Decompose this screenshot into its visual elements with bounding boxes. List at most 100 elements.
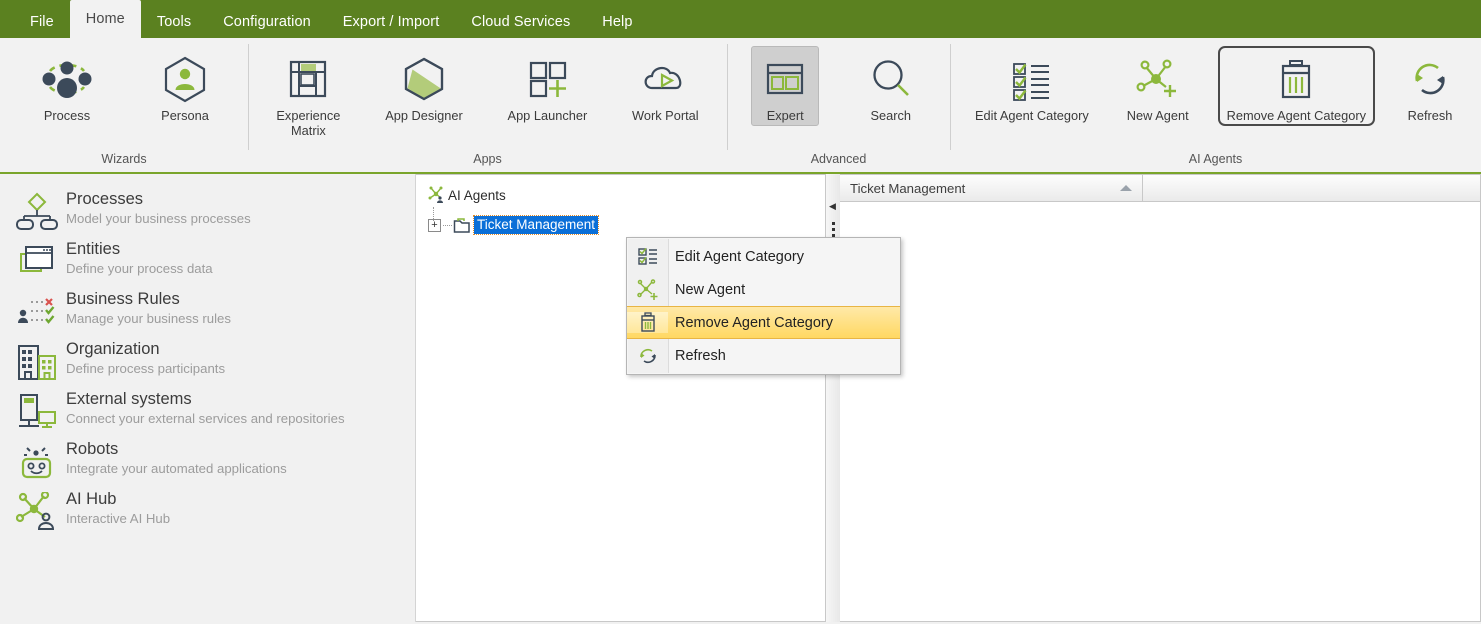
sidebar-item-title: AI Hub bbox=[66, 490, 117, 508]
ribbon-button-label: New Agent bbox=[1126, 108, 1189, 123]
sidebar-item-processes[interactable]: Processes Model your business processes bbox=[0, 186, 415, 236]
process-network-icon bbox=[36, 51, 98, 107]
ribbon-button-remove-agent-category[interactable]: Remove Agent Category bbox=[1217, 46, 1376, 126]
ribbon-button-new-agent[interactable]: New Agent bbox=[1118, 46, 1198, 126]
tab-export-import[interactable]: Export / Import bbox=[327, 6, 456, 38]
remove-agent-category-trash-icon bbox=[1270, 51, 1322, 107]
ribbon-button-label: Expert bbox=[766, 108, 804, 123]
ribbon-group-ai-agents: Edit Agent Category New Agent Remove Age… bbox=[950, 38, 1481, 172]
persona-hexagon-icon bbox=[158, 51, 212, 107]
new-agent-node-plus-icon bbox=[1130, 51, 1186, 107]
tab-home[interactable]: Home bbox=[69, 0, 141, 38]
new-agent-node-plus-icon bbox=[627, 278, 668, 301]
tree-node-ticket-management[interactable]: + Ticket Management bbox=[424, 213, 825, 237]
sidebar-item-external-systems[interactable]: External systems Connect your external s… bbox=[0, 386, 415, 436]
tab-configuration[interactable]: Configuration bbox=[207, 6, 327, 38]
folder-icon bbox=[452, 217, 474, 234]
splitter-collapse-up-icon[interactable]: ◀ bbox=[829, 202, 836, 211]
tab-cloud-services[interactable]: Cloud Services bbox=[455, 6, 586, 38]
ribbon-button-persona[interactable]: Persona bbox=[149, 46, 221, 126]
business-rules-icon bbox=[12, 289, 62, 332]
ribbon-group-apps: Experience Matrix App Designer App Launc… bbox=[248, 38, 727, 172]
ribbon-button-label: Persona bbox=[161, 108, 209, 123]
ribbon-button-label: Search bbox=[870, 108, 912, 123]
tree-expander-icon[interactable]: + bbox=[428, 218, 441, 232]
sidebar-item-title: Robots bbox=[66, 440, 119, 458]
sidebar-item-desc: Manage your business rules bbox=[66, 311, 231, 326]
context-menu-item-label: Remove Agent Category bbox=[675, 314, 833, 331]
tab-tools[interactable]: Tools bbox=[141, 6, 207, 38]
ribbon-button-label: Work Portal bbox=[632, 108, 699, 123]
column-header-ticket-management[interactable]: Ticket Management bbox=[840, 175, 1143, 201]
refresh-circular-arrow-icon bbox=[627, 346, 668, 366]
ribbon-button-label: Refresh bbox=[1407, 108, 1453, 123]
ribbon-group-title: Apps bbox=[473, 152, 502, 166]
ai-hub-icon bbox=[12, 489, 62, 532]
ribbon-button-app-designer[interactable]: App Designer bbox=[376, 46, 472, 126]
ribbon-button-label: Edit Agent Category bbox=[974, 108, 1089, 123]
ribbon-group-wizards: Process Persona Wizards bbox=[0, 38, 248, 172]
sidebar-item-title: Organization bbox=[66, 340, 160, 358]
process-flow-icon bbox=[12, 189, 62, 232]
ribbon-button-app-launcher[interactable]: App Launcher bbox=[499, 46, 597, 126]
ribbon-group-title: AI Agents bbox=[1188, 152, 1243, 166]
edit-agent-category-checklist-icon bbox=[1003, 51, 1061, 107]
ribbon-button-edit-agent-category[interactable]: Edit Agent Category bbox=[966, 46, 1098, 126]
expert-layout-icon bbox=[760, 51, 810, 107]
tree-connector-line bbox=[433, 207, 434, 221]
column-header-row: Ticket Management bbox=[840, 175, 1480, 202]
sidebar-item-entities[interactable]: Entities Define your process data bbox=[0, 236, 415, 286]
ribbon-button-process[interactable]: Process bbox=[27, 46, 107, 126]
tab-file[interactable]: File bbox=[14, 6, 70, 38]
tree-dot-connector bbox=[443, 224, 452, 226]
ribbon-group-title: Wizards bbox=[101, 152, 147, 166]
ribbon-button-search[interactable]: Search bbox=[856, 46, 926, 126]
ribbon-button-refresh[interactable]: Refresh bbox=[1395, 46, 1465, 126]
ribbon-button-label: Experience Matrix bbox=[276, 108, 341, 138]
sidebar-item-organization[interactable]: Organization Define process participants bbox=[0, 336, 415, 386]
column-header-empty[interactable] bbox=[1143, 175, 1480, 201]
context-menu-item-label: Refresh bbox=[675, 347, 726, 364]
ribbon-button-label: Process bbox=[43, 108, 91, 123]
context-menu-item-new-agent[interactable]: New Agent bbox=[627, 273, 900, 306]
tree-root-ai-agents[interactable]: AI Agents bbox=[424, 183, 825, 207]
ribbon-button-experience-matrix[interactable]: Experience Matrix bbox=[267, 46, 349, 141]
organization-buildings-icon bbox=[12, 339, 62, 382]
agents-detail-panel: Ticket Management bbox=[840, 174, 1481, 622]
ribbon-button-work-portal[interactable]: Work Portal bbox=[623, 46, 708, 126]
entities-windows-icon bbox=[12, 239, 62, 282]
sidebar-item-desc: Integrate your automated applications bbox=[66, 461, 287, 476]
ribbon-group-advanced: Expert Search Advanced bbox=[727, 38, 950, 172]
ribbon-button-label: Remove Agent Category bbox=[1226, 108, 1367, 123]
ribbon-group-title: Advanced bbox=[810, 152, 867, 166]
ribbon-button-expert[interactable]: Expert bbox=[751, 46, 820, 126]
context-menu-item-label: New Agent bbox=[675, 281, 746, 298]
sidebar-item-robots[interactable]: Robots Integrate your automated applicat… bbox=[0, 436, 415, 486]
refresh-circular-arrow-icon bbox=[1404, 51, 1456, 107]
sidebar-item-desc: Interactive AI Hub bbox=[66, 511, 171, 526]
app-designer-hexagon-icon bbox=[398, 51, 450, 107]
ai-agents-node-icon bbox=[426, 186, 448, 204]
ribbon-button-label: App Designer bbox=[385, 108, 463, 123]
context-menu-item-label: Edit Agent Category bbox=[675, 248, 804, 265]
edit-agent-category-checklist-icon bbox=[627, 247, 668, 267]
sidebar-item-title: Business Rules bbox=[66, 290, 180, 308]
search-magnifier-icon bbox=[865, 51, 917, 107]
sidebar-item-desc: Model your business processes bbox=[66, 211, 251, 226]
context-menu-item-edit-agent-category[interactable]: Edit Agent Category bbox=[627, 240, 900, 273]
context-menu-item-remove-agent-category[interactable]: Remove Agent Category bbox=[627, 306, 900, 339]
remove-agent-category-trash-icon bbox=[627, 312, 668, 333]
tab-help[interactable]: Help bbox=[586, 6, 648, 38]
sidebar-item-business-rules[interactable]: Business Rules Manage your business rule… bbox=[0, 286, 415, 336]
sidebar-item-desc: Define process participants bbox=[66, 361, 226, 376]
ribbon: Process Persona Wizards Experience Matri… bbox=[0, 38, 1481, 174]
sidebar-item-ai-hub[interactable]: AI Hub Interactive AI Hub bbox=[0, 486, 415, 536]
tree-root-label: AI Agents bbox=[448, 187, 506, 203]
column-header-label: Ticket Management bbox=[850, 180, 966, 196]
tree-node-label: Ticket Management bbox=[472, 215, 600, 235]
sort-ascending-icon[interactable] bbox=[1120, 185, 1132, 191]
context-menu-item-refresh[interactable]: Refresh bbox=[627, 339, 900, 372]
experience-matrix-icon bbox=[283, 51, 333, 107]
ribbon-button-label: App Launcher bbox=[507, 108, 588, 123]
context-menu: Edit Agent Category New Agent Remove Age… bbox=[626, 237, 901, 375]
